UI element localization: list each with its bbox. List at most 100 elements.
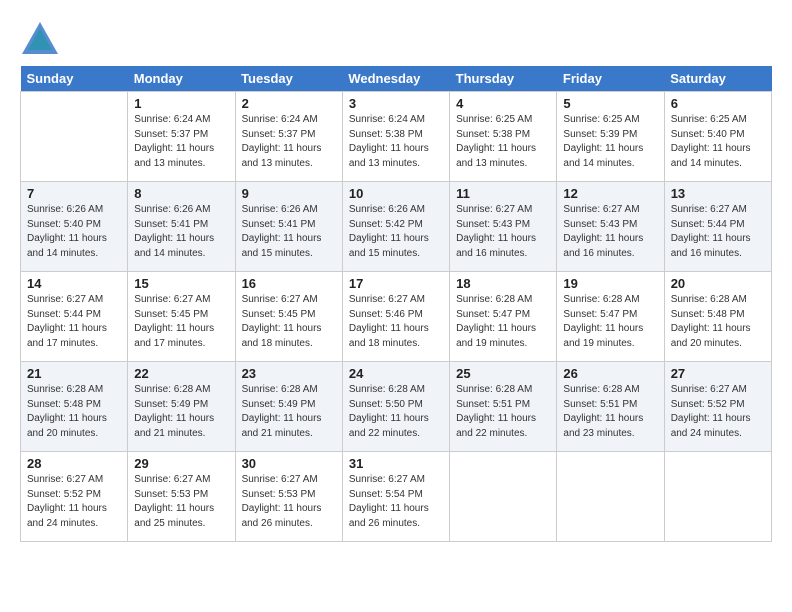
calendar-week-row: 28 Sunrise: 6:27 AM Sunset: 5:52 PM Dayli…	[21, 452, 772, 542]
day-number: 2	[242, 96, 336, 111]
day-info: Sunrise: 6:27 AM Sunset: 5:44 PM Dayligh…	[671, 203, 765, 261]
day-info: Sunrise: 6:27 AM Sunset: 5:43 PM Dayligh…	[456, 203, 550, 261]
calendar-cell	[664, 452, 771, 542]
calendar-cell: 25 Sunrise: 6:28 AM Sunset: 5:51 PM Dayli…	[450, 362, 557, 452]
day-info: Sunrise: 6:27 AM Sunset: 5:52 PM Dayligh…	[27, 473, 121, 531]
day-number: 22	[134, 366, 228, 381]
calendar-cell	[450, 452, 557, 542]
day-info: Sunrise: 6:26 AM Sunset: 5:42 PM Dayligh…	[349, 203, 443, 261]
day-number: 23	[242, 366, 336, 381]
day-info: Sunrise: 6:27 AM Sunset: 5:52 PM Dayligh…	[671, 383, 765, 441]
day-info: Sunrise: 6:28 AM Sunset: 5:51 PM Dayligh…	[563, 383, 657, 441]
logo	[20, 20, 66, 56]
day-info: Sunrise: 6:28 AM Sunset: 5:50 PM Dayligh…	[349, 383, 443, 441]
day-info: Sunrise: 6:27 AM Sunset: 5:45 PM Dayligh…	[242, 293, 336, 351]
calendar-cell: 3Sunrise: 6:24 AM Sunset: 5:38 PM Daylig…	[342, 92, 449, 182]
day-number: 16	[242, 276, 336, 291]
calendar-cell: 11 Sunrise: 6:27 AM Sunset: 5:43 PM Dayli…	[450, 182, 557, 272]
calendar-cell: 28 Sunrise: 6:27 AM Sunset: 5:52 PM Dayli…	[21, 452, 128, 542]
day-number: 26	[563, 366, 657, 381]
day-number: 8	[134, 186, 228, 201]
calendar-cell: 18 Sunrise: 6:28 AM Sunset: 5:47 PM Dayli…	[450, 272, 557, 362]
calendar-week-row: 14 Sunrise: 6:27 AM Sunset: 5:44 PM Dayli…	[21, 272, 772, 362]
calendar-cell: 6Sunrise: 6:25 AM Sunset: 5:40 PM Daylig…	[664, 92, 771, 182]
day-number: 31	[349, 456, 443, 471]
day-number: 14	[27, 276, 121, 291]
calendar-cell: 24 Sunrise: 6:28 AM Sunset: 5:50 PM Dayli…	[342, 362, 449, 452]
calendar-cell: 22 Sunrise: 6:28 AM Sunset: 5:49 PM Dayli…	[128, 362, 235, 452]
day-number: 4	[456, 96, 550, 111]
calendar-cell: 12 Sunrise: 6:27 AM Sunset: 5:43 PM Dayli…	[557, 182, 664, 272]
day-info: Sunrise: 6:27 AM Sunset: 5:46 PM Dayligh…	[349, 293, 443, 351]
day-number: 6	[671, 96, 765, 111]
calendar-cell	[21, 92, 128, 182]
day-number: 28	[27, 456, 121, 471]
calendar-cell: 10 Sunrise: 6:26 AM Sunset: 5:42 PM Dayli…	[342, 182, 449, 272]
day-info: Sunrise: 6:26 AM Sunset: 5:41 PM Dayligh…	[242, 203, 336, 261]
day-info: Sunrise: 6:28 AM Sunset: 5:47 PM Dayligh…	[456, 293, 550, 351]
calendar-header-saturday: Saturday	[664, 66, 771, 92]
calendar-header-monday: Monday	[128, 66, 235, 92]
day-number: 10	[349, 186, 443, 201]
calendar-cell: 15Sunrise: 6:27 AM Sunset: 5:45 PM Dayli…	[128, 272, 235, 362]
calendar-header-sunday: Sunday	[21, 66, 128, 92]
calendar-cell: 30Sunrise: 6:27 AM Sunset: 5:53 PM Dayli…	[235, 452, 342, 542]
day-info: Sunrise: 6:27 AM Sunset: 5:43 PM Dayligh…	[563, 203, 657, 261]
calendar-cell	[557, 452, 664, 542]
day-info: Sunrise: 6:27 AM Sunset: 5:54 PM Dayligh…	[349, 473, 443, 531]
day-info: Sunrise: 6:28 AM Sunset: 5:49 PM Dayligh…	[134, 383, 228, 441]
calendar-header-row: SundayMondayTuesdayWednesdayThursdayFrid…	[21, 66, 772, 92]
calendar-cell: 4 Sunrise: 6:25 AM Sunset: 5:38 PM Daylig…	[450, 92, 557, 182]
day-number: 25	[456, 366, 550, 381]
day-number: 13	[671, 186, 765, 201]
calendar-cell: 21 Sunrise: 6:28 AM Sunset: 5:48 PM Dayli…	[21, 362, 128, 452]
day-info: Sunrise: 6:28 AM Sunset: 5:48 PM Dayligh…	[27, 383, 121, 441]
day-info: Sunrise: 6:24 AM Sunset: 5:37 PM Dayligh…	[134, 113, 228, 171]
day-number: 21	[27, 366, 121, 381]
calendar-cell: 23Sunrise: 6:28 AM Sunset: 5:49 PM Dayli…	[235, 362, 342, 452]
day-number: 15	[134, 276, 228, 291]
calendar-header-friday: Friday	[557, 66, 664, 92]
calendar-cell: 16 Sunrise: 6:27 AM Sunset: 5:45 PM Dayli…	[235, 272, 342, 362]
day-number: 12	[563, 186, 657, 201]
calendar-cell: 31 Sunrise: 6:27 AM Sunset: 5:54 PM Dayli…	[342, 452, 449, 542]
calendar-week-row: 7 Sunrise: 6:26 AM Sunset: 5:40 PM Daylig…	[21, 182, 772, 272]
calendar-week-row: 21 Sunrise: 6:28 AM Sunset: 5:48 PM Dayli…	[21, 362, 772, 452]
calendar-cell: 20Sunrise: 6:28 AM Sunset: 5:48 PM Dayli…	[664, 272, 771, 362]
day-number: 17	[349, 276, 443, 291]
day-info: Sunrise: 6:26 AM Sunset: 5:40 PM Dayligh…	[27, 203, 121, 261]
calendar-cell: 26 Sunrise: 6:28 AM Sunset: 5:51 PM Dayli…	[557, 362, 664, 452]
calendar-cell: 2Sunrise: 6:24 AM Sunset: 5:37 PM Daylig…	[235, 92, 342, 182]
day-number: 18	[456, 276, 550, 291]
calendar-cell: 29Sunrise: 6:27 AM Sunset: 5:53 PM Dayli…	[128, 452, 235, 542]
day-number: 9	[242, 186, 336, 201]
day-info: Sunrise: 6:27 AM Sunset: 5:44 PM Dayligh…	[27, 293, 121, 351]
day-number: 24	[349, 366, 443, 381]
day-number: 11	[456, 186, 550, 201]
day-info: Sunrise: 6:25 AM Sunset: 5:38 PM Dayligh…	[456, 113, 550, 171]
calendar-cell: 5 Sunrise: 6:25 AM Sunset: 5:39 PM Daylig…	[557, 92, 664, 182]
day-info: Sunrise: 6:26 AM Sunset: 5:41 PM Dayligh…	[134, 203, 228, 261]
day-number: 27	[671, 366, 765, 381]
calendar-cell: 13 Sunrise: 6:27 AM Sunset: 5:44 PM Dayli…	[664, 182, 771, 272]
day-info: Sunrise: 6:25 AM Sunset: 5:39 PM Dayligh…	[563, 113, 657, 171]
calendar-cell: 17 Sunrise: 6:27 AM Sunset: 5:46 PM Dayli…	[342, 272, 449, 362]
day-info: Sunrise: 6:28 AM Sunset: 5:47 PM Dayligh…	[563, 293, 657, 351]
calendar-cell: 9 Sunrise: 6:26 AM Sunset: 5:41 PM Daylig…	[235, 182, 342, 272]
day-info: Sunrise: 6:27 AM Sunset: 5:53 PM Dayligh…	[242, 473, 336, 531]
day-number: 5	[563, 96, 657, 111]
page-header	[20, 20, 772, 56]
day-info: Sunrise: 6:28 AM Sunset: 5:51 PM Dayligh…	[456, 383, 550, 441]
day-number: 29	[134, 456, 228, 471]
day-number: 1	[134, 96, 228, 111]
day-number: 19	[563, 276, 657, 291]
day-info: Sunrise: 6:24 AM Sunset: 5:38 PM Dayligh…	[349, 113, 443, 171]
calendar-cell: 27 Sunrise: 6:27 AM Sunset: 5:52 PM Dayli…	[664, 362, 771, 452]
day-number: 7	[27, 186, 121, 201]
calendar-cell: 8 Sunrise: 6:26 AM Sunset: 5:41 PM Daylig…	[128, 182, 235, 272]
calendar-cell: 14 Sunrise: 6:27 AM Sunset: 5:44 PM Dayli…	[21, 272, 128, 362]
calendar-table: SundayMondayTuesdayWednesdayThursdayFrid…	[20, 66, 772, 542]
calendar-cell: 19 Sunrise: 6:28 AM Sunset: 5:47 PM Dayli…	[557, 272, 664, 362]
calendar-header-wednesday: Wednesday	[342, 66, 449, 92]
day-number: 20	[671, 276, 765, 291]
